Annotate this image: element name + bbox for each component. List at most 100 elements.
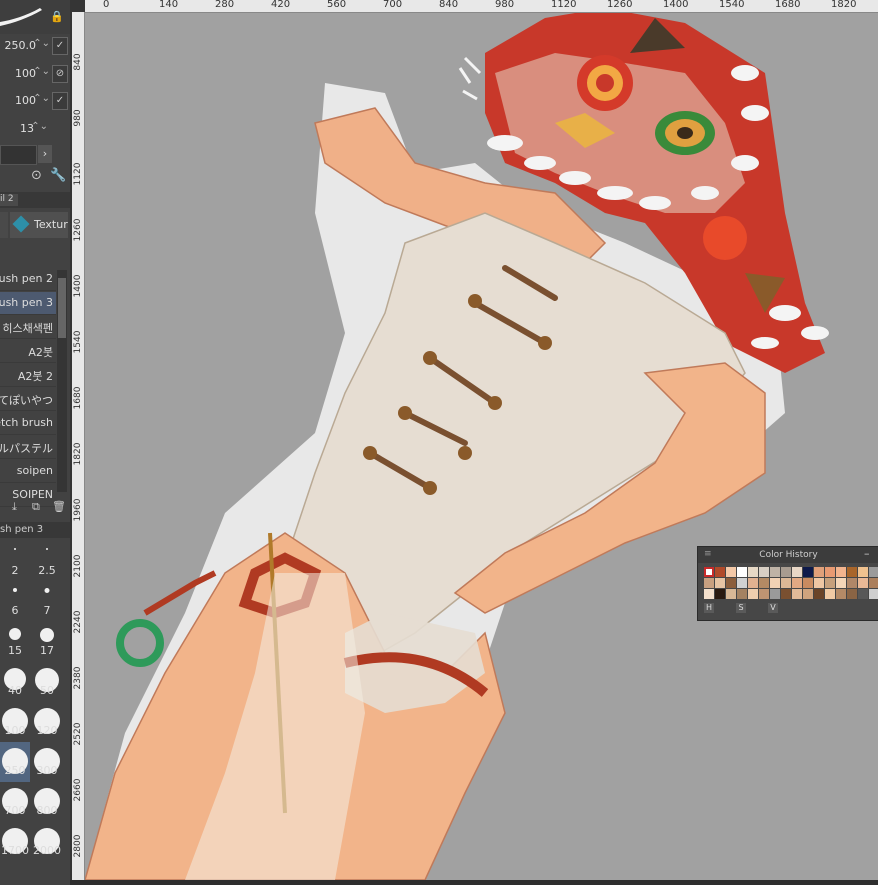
- color-swatch[interactable]: [858, 589, 868, 599]
- color-swatch[interactable]: [792, 567, 802, 577]
- brush-list-item[interactable]: てぽいやつ: [0, 388, 56, 411]
- brush-size-option[interactable]: 700: [0, 782, 30, 822]
- brush-size-option[interactable]: 7: [32, 582, 62, 622]
- color-swatch[interactable]: [737, 589, 747, 599]
- color-swatch[interactable]: [869, 578, 878, 588]
- settings-icon[interactable]: ⊙: [31, 168, 42, 183]
- brush-size-option[interactable]: 15: [0, 622, 30, 662]
- color-swatch[interactable]: [737, 578, 747, 588]
- color-swatch[interactable]: [858, 567, 868, 577]
- color-swatch[interactable]: [836, 567, 846, 577]
- brush-size-option[interactable]: 100: [0, 702, 30, 742]
- color-swatch[interactable]: [869, 567, 878, 577]
- color-swatch[interactable]: [737, 567, 747, 577]
- color-swatch[interactable]: [781, 589, 791, 599]
- color-swatch[interactable]: [704, 589, 714, 599]
- brush-size-option[interactable]: 2: [0, 542, 30, 582]
- color-swatch[interactable]: [726, 589, 736, 599]
- brush-size-option[interactable]: 250: [0, 742, 30, 782]
- color-mode-button[interactable]: H: [704, 603, 714, 613]
- brush-size-option[interactable]: 2.5: [32, 542, 62, 582]
- color-mode-button[interactable]: V: [768, 603, 778, 613]
- color-swatch[interactable]: [814, 578, 824, 588]
- spinner-icon[interactable]: ⌃⌄: [33, 93, 50, 104]
- menu-icon[interactable]: ≡: [704, 549, 712, 559]
- color-swatch[interactable]: [825, 589, 835, 599]
- brush-list-item[interactable]: A2붓: [0, 340, 56, 363]
- color-swatch[interactable]: [748, 567, 758, 577]
- brush-list-item[interactable]: ketch brush: [0, 412, 56, 435]
- color-swatch[interactable]: [836, 589, 846, 599]
- color-swatch[interactable]: [847, 589, 857, 599]
- duplicate-icon[interactable]: ⧉: [32, 500, 40, 514]
- color-swatch[interactable]: [814, 589, 824, 599]
- color-strip[interactable]: [0, 145, 37, 165]
- brush-size-option[interactable]: 300: [32, 742, 62, 782]
- color-swatch[interactable]: [792, 589, 802, 599]
- brush-list-item[interactable]: soipen: [0, 460, 56, 483]
- brush-list-item[interactable]: A2붓 2: [0, 364, 56, 387]
- color-swatch[interactable]: [715, 567, 725, 577]
- brush-list-item[interactable]: SOIPEN: [0, 484, 56, 507]
- color-swatch[interactable]: [715, 589, 725, 599]
- color-swatch[interactable]: [759, 578, 769, 588]
- color-swatch[interactable]: [803, 567, 813, 577]
- wrench-icon[interactable]: 🔧: [50, 168, 66, 183]
- brush-size-option[interactable]: 2000: [32, 822, 62, 862]
- lock-icon[interactable]: 🔒: [50, 10, 64, 23]
- canvas[interactable]: [85, 13, 878, 880]
- color-swatch[interactable]: [836, 578, 846, 588]
- color-swatch[interactable]: [770, 578, 780, 588]
- brush-size-option[interactable]: 1700: [0, 822, 30, 862]
- color-swatch[interactable]: [704, 567, 714, 577]
- color-swatch[interactable]: [781, 578, 791, 588]
- brush-size-option[interactable]: 17: [32, 622, 62, 662]
- tab-texture[interactable]: Textur: [10, 212, 68, 238]
- color-swatch[interactable]: [748, 589, 758, 599]
- color-swatch[interactable]: [704, 578, 714, 588]
- color-mode-button[interactable]: S: [736, 603, 746, 613]
- brush-size-option[interactable]: 50: [32, 662, 62, 702]
- scrollbar-thumb[interactable]: [58, 278, 66, 338]
- download-icon[interactable]: ⤓: [12, 500, 17, 514]
- brush-size-option[interactable]: 40: [0, 662, 30, 702]
- spinner-icon[interactable]: ⌃⌄: [33, 66, 50, 77]
- color-swatch[interactable]: [825, 578, 835, 588]
- brush-list-item[interactable]: Brush pen 3: [0, 292, 56, 315]
- brush-size-option[interactable]: 6: [0, 582, 30, 622]
- density-pressure-toggle[interactable]: ✓: [52, 92, 68, 110]
- trash-icon[interactable]: 🗑: [52, 500, 66, 513]
- brush-list-item[interactable]: 히스채색펜: [0, 316, 56, 339]
- color-swatch[interactable]: [847, 578, 857, 588]
- color-swatch[interactable]: [825, 567, 835, 577]
- color-swatch[interactable]: [847, 567, 857, 577]
- brush-size-value[interactable]: 250.0: [5, 39, 37, 52]
- color-swatch[interactable]: [858, 578, 868, 588]
- color-swatch[interactable]: [715, 578, 725, 588]
- brush-size-option[interactable]: 120: [32, 702, 62, 742]
- no-pressure-toggle[interactable]: ⊘: [52, 65, 68, 83]
- color-swatch[interactable]: [803, 589, 813, 599]
- color-swatch[interactable]: [814, 567, 824, 577]
- pressure-toggle[interactable]: ✓: [52, 37, 68, 55]
- color-swatch[interactable]: [803, 578, 813, 588]
- color-swatch[interactable]: [869, 589, 878, 599]
- brush-list-scrollbar[interactable]: [57, 270, 67, 492]
- color-swatch[interactable]: [781, 567, 791, 577]
- brush-size-option[interactable]: 800: [32, 782, 62, 822]
- spinner-icon[interactable]: ⌃⌄: [33, 38, 50, 49]
- spinner-icon[interactable]: ⌃⌄: [31, 121, 48, 132]
- color-swatch[interactable]: [770, 589, 780, 599]
- color-swatch[interactable]: [726, 567, 736, 577]
- color-swatch[interactable]: [792, 578, 802, 588]
- color-swatch[interactable]: [770, 567, 780, 577]
- tab-prev[interactable]: [0, 212, 8, 238]
- brush-list-item[interactable]: Brush pen 2: [0, 268, 56, 291]
- chevron-right-icon[interactable]: ›: [38, 145, 52, 163]
- color-swatch[interactable]: [759, 589, 769, 599]
- color-swatch[interactable]: [759, 567, 769, 577]
- color-swatch[interactable]: [726, 578, 736, 588]
- color-swatch[interactable]: [748, 578, 758, 588]
- minimize-icon[interactable]: –: [864, 547, 870, 560]
- tab-group[interactable]: il 2: [0, 194, 18, 206]
